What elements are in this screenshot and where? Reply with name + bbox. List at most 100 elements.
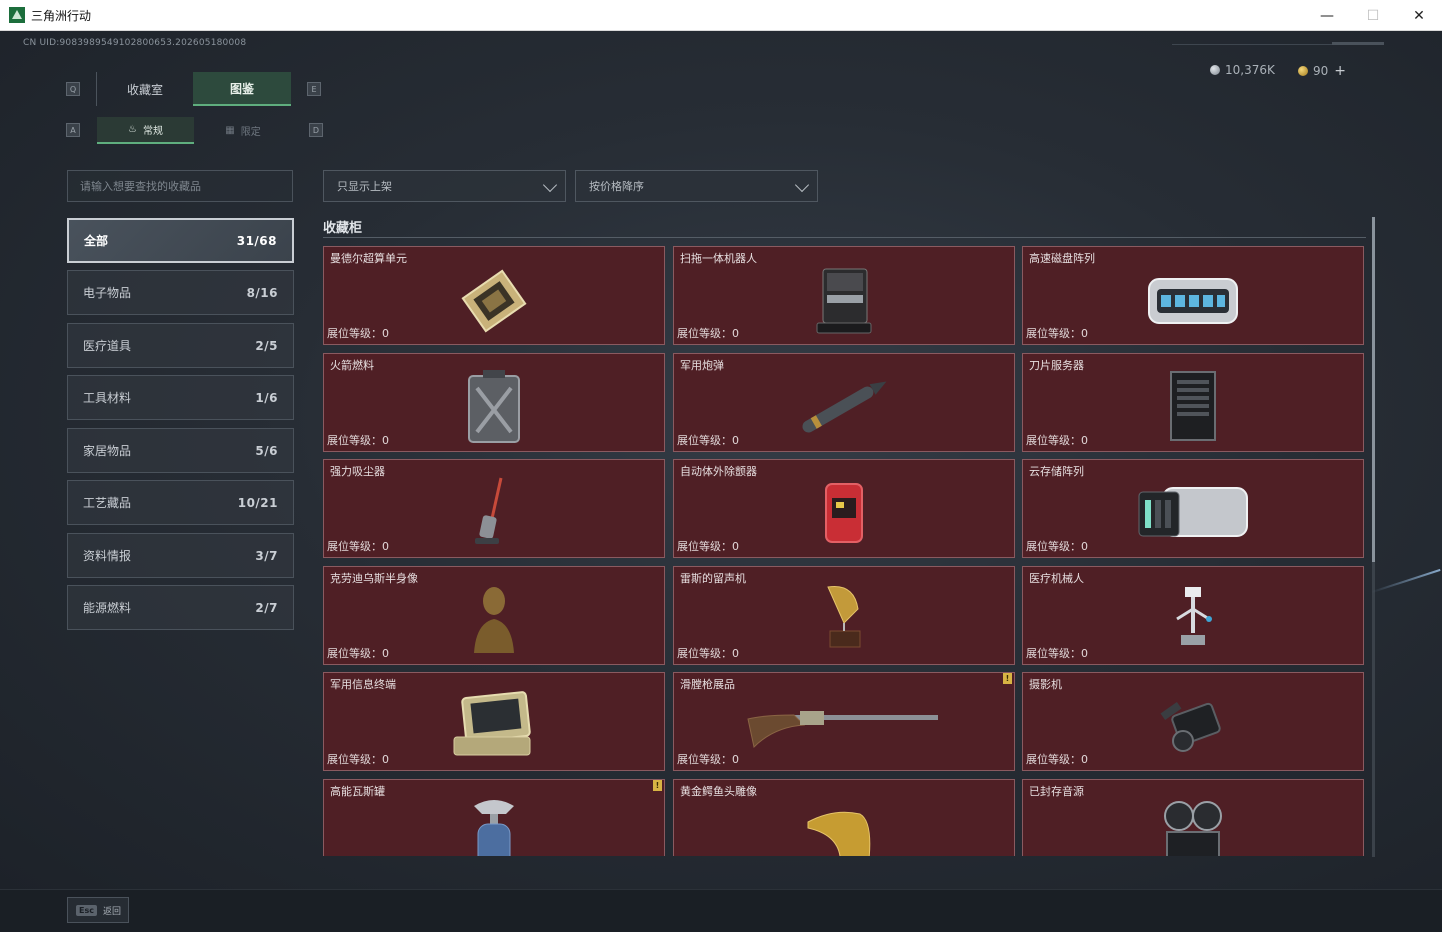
item-level: 展位等级：0 [677,540,739,553]
bust-icon [474,587,514,653]
collection-card[interactable]: 强力吸尘器 展位等级：0 [323,459,665,558]
category-label: 资料情报 [83,549,132,563]
collection-card[interactable]: 自动体外除颤器 展位等级：0 [673,459,1015,558]
shell-icon [802,381,887,433]
storage-icon [1138,487,1248,537]
category-count: 31/68 [236,233,277,248]
cabinet-divider [323,237,1366,238]
terminal-icon [453,691,531,756]
collection-card[interactable]: 滑膛枪展品 ! 展位等级：0 [673,672,1015,771]
shelf-filter-value: 只显示上架 [337,180,392,193]
category-count: 2/5 [255,338,278,353]
category-all[interactable]: 全部 31/68 [67,218,294,263]
item-name: 摄影机 [1029,678,1062,691]
collection-card[interactable]: 刀片服务器 展位等级：0 [1022,353,1364,452]
item-name: 强力吸尘器 [330,465,385,478]
item-level: 展位等级：0 [1026,753,1088,766]
limited-icon: ▦ [225,125,235,136]
item-name: 云存储阵列 [1029,465,1084,478]
server-icon [1170,371,1216,441]
cabinet-scroll-thumb[interactable] [1372,217,1375,562]
defibrillator-icon [825,483,863,543]
disk-array-icon [1148,278,1238,324]
collection-card[interactable]: 雷斯的留声机 展位等级：0 [673,566,1015,665]
category-label: 电子物品 [83,286,132,300]
collection-card[interactable]: 扫拖一体机器人 展位等级：0 [673,246,1015,345]
gas-tank-icon [474,800,514,856]
subtab-limited-label: 限定 [240,127,261,138]
category-electronics[interactable]: 电子物品 8/16 [67,270,294,315]
silver-amount: 10,376K [1225,63,1275,77]
collection-card[interactable]: 曼德尔超算单元 展位等级：0 [323,246,665,345]
category-label: 工具材料 [83,391,132,405]
item-level: 展位等级：0 [327,327,389,340]
sort-value: 按价格降序 [589,180,644,193]
category-household[interactable]: 家居物品 5/6 [67,428,294,473]
collection-card[interactable]: 云存储阵列 展位等级：0 [1022,459,1364,558]
jerrycan-icon [468,370,520,443]
new-badge-icon: ! [653,780,662,791]
category-label: 家居物品 [83,444,132,458]
back-label: 返回 [102,906,121,917]
item-name: 已封存音源 [1029,785,1084,798]
item-level: 展位等级：0 [327,434,389,447]
cabinet-grid: 曼德尔超算单元 展位等级：0 扫拖一体机器人 展位等级：0 高速磁盘阵列 展位等… [323,246,1366,856]
gold-amount: 90 [1313,64,1329,78]
collection-card[interactable]: 高能瓦斯罐 ! [323,779,665,856]
collection-card[interactable]: 军用信息终端 展位等级：0 [323,672,665,771]
item-name: 自动体外除颤器 [680,465,757,478]
category-label: 全部 [84,234,109,248]
minimize-button[interactable]: — [1304,0,1350,31]
add-currency-button[interactable]: + [1334,63,1346,79]
med-robot-icon [1176,587,1212,645]
item-level: 展位等级：0 [677,327,739,340]
item-level: 展位等级：0 [1026,327,1088,340]
bottom-bar [0,889,1442,932]
collection-card[interactable]: 摄影机 展位等级：0 [1022,672,1364,771]
gramophone-icon [827,585,861,648]
item-level: 展位等级：0 [1026,434,1088,447]
category-intel[interactable]: 资料情报 3/7 [67,533,294,578]
maximize-button[interactable]: ☐ [1350,0,1396,31]
chevron-down-icon [542,177,558,193]
collection-card[interactable]: 克劳迪乌斯半身像 展位等级：0 [323,566,665,665]
item-level: 展位等级：0 [677,753,739,766]
category-label: 医疗道具 [83,339,132,353]
item-name: 克劳迪乌斯半身像 [330,572,418,585]
shelf-filter-dropdown[interactable]: 只显示上架 [323,170,566,202]
category-fuel[interactable]: 能源燃料 2/7 [67,585,294,630]
subtab-limited[interactable]: ▦ 限定 [194,117,292,144]
cabinet-title: 收藏柜 [323,221,363,236]
item-name: 雷斯的留声机 [680,572,746,585]
category-count: 3/7 [255,548,278,563]
new-badge-icon: ! [1003,673,1012,684]
category-crafts[interactable]: 工艺藏品 10/21 [67,480,294,525]
collection-card[interactable]: 军用炮弹 展位等级：0 [673,353,1015,452]
collection-card[interactable]: 已封存音源 [1022,779,1364,856]
back-button[interactable]: Esc 返回 [67,897,129,923]
sort-dropdown[interactable]: 按价格降序 [575,170,818,202]
vacuum-icon [475,477,503,544]
collection-card[interactable]: 黄金鳄鱼头雕像 [673,779,1015,856]
uid-label: CN UID:9083989549102800653.202605180008 [23,38,247,48]
item-level: 展位等级：0 [1026,647,1088,660]
category-label: 能源燃料 [83,601,132,615]
gold-currency: 90 + [1298,63,1346,79]
category-count: 8/16 [246,285,278,300]
item-name: 滑膛枪展品 [680,678,735,691]
subtab-normal[interactable]: ♨ 常规 [97,117,194,144]
item-level: 展位等级：0 [677,434,739,447]
flame-icon: ♨ [128,124,137,135]
collection-card[interactable]: 火箭燃料 展位等级：0 [323,353,665,452]
category-medical[interactable]: 医疗道具 2/5 [67,323,294,368]
close-button[interactable]: ✕ [1396,0,1442,31]
category-tools[interactable]: 工具材料 1/6 [67,375,294,420]
item-name: 黄金鳄鱼头雕像 [680,785,757,798]
category-count: 5/6 [255,443,278,458]
subtab-normal-label: 常规 [142,126,163,137]
tab-collection-room[interactable]: 收藏室 [96,72,193,106]
collection-card[interactable]: 医疗机械人 展位等级：0 [1022,566,1364,665]
tab-atlas[interactable]: 图鉴 [193,72,291,106]
collection-card[interactable]: 高速磁盘阵列 展位等级：0 [1022,246,1364,345]
search-input[interactable]: 请输入想要查找的收藏品 [67,170,293,202]
